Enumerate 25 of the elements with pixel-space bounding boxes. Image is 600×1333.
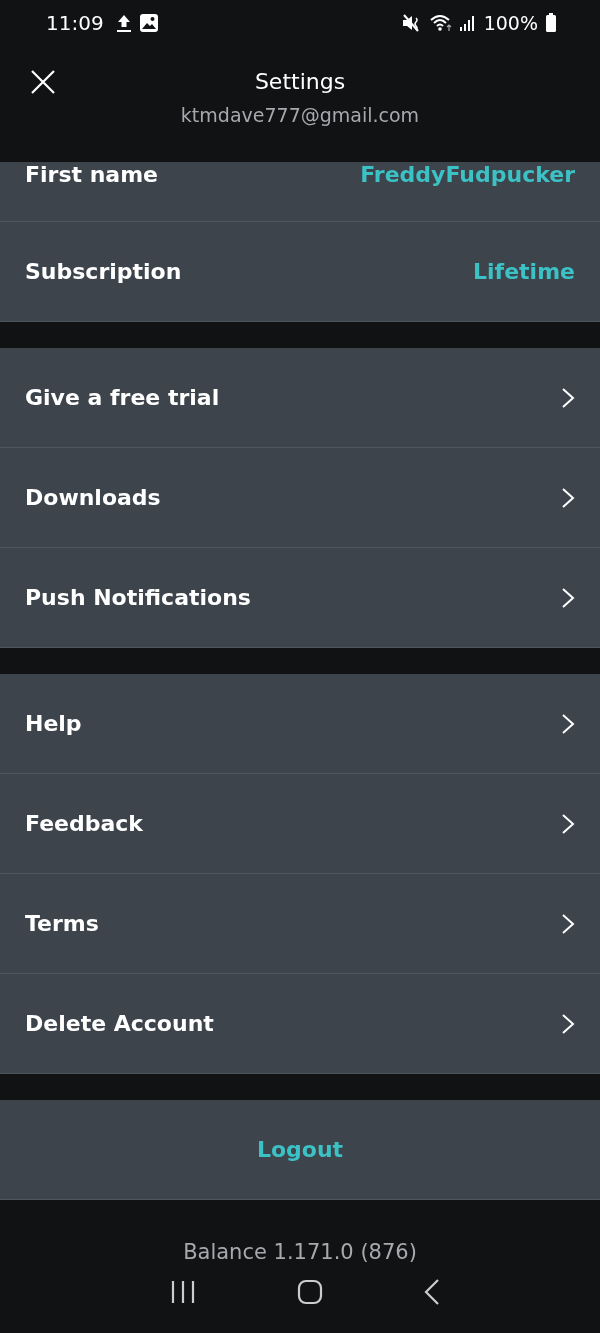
chevron-icon bbox=[561, 1012, 575, 1035]
mute-icon bbox=[401, 13, 422, 32]
image-icon bbox=[139, 13, 158, 32]
signal-icon bbox=[459, 14, 476, 31]
page-title: Settings bbox=[254, 69, 346, 94]
app-version: Balance 1.171.0 (876) bbox=[183, 1240, 417, 1264]
recent-apps-icon[interactable] bbox=[170, 1280, 197, 1304]
back-icon[interactable] bbox=[423, 1278, 440, 1306]
account-email: ktmdave777@gmail.com bbox=[180, 104, 420, 126]
chevron-icon bbox=[561, 386, 575, 409]
chevron-icon bbox=[561, 812, 575, 835]
row-value: Lifetime bbox=[473, 259, 575, 284]
home-icon[interactable] bbox=[297, 1279, 323, 1305]
chevron-icon bbox=[561, 586, 575, 609]
status-time: 11:09 bbox=[46, 10, 104, 35]
chevron-icon bbox=[561, 712, 575, 735]
wifi-icon bbox=[429, 13, 452, 32]
chevron-icon bbox=[561, 912, 575, 935]
row-label: First name bbox=[25, 162, 159, 187]
chevron-icon bbox=[561, 486, 575, 509]
row-label: Subscription bbox=[25, 259, 182, 284]
close-button[interactable] bbox=[30, 69, 56, 95]
battery-percent: 100% bbox=[483, 11, 538, 34]
row-value: FreddyFudpucker bbox=[360, 162, 575, 187]
battery-icon bbox=[546, 13, 556, 32]
